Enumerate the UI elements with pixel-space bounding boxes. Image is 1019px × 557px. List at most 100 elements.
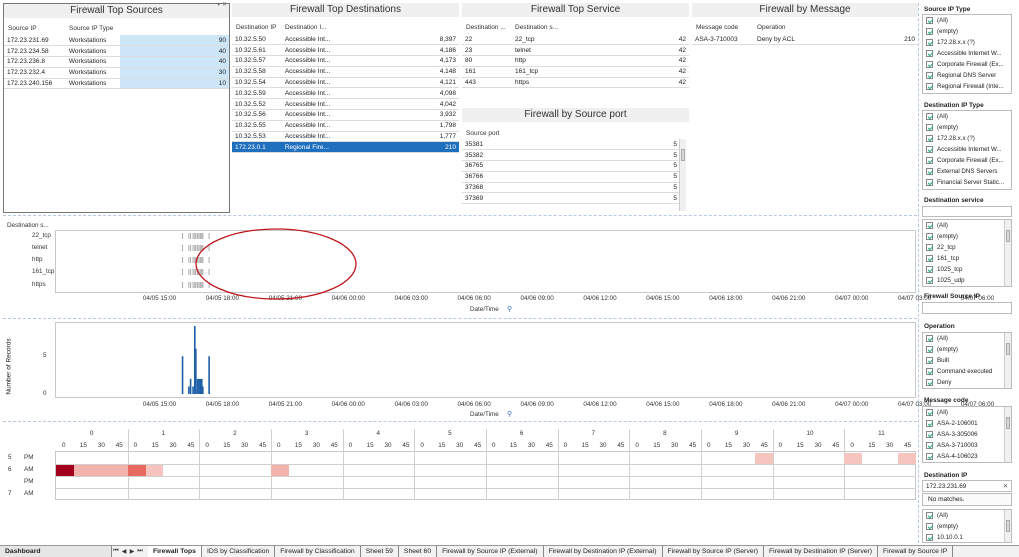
heatmap-cell[interactable] — [145, 465, 164, 476]
filter-option[interactable]: Accessible Internet W... — [923, 48, 1011, 59]
heatmap-cell[interactable] — [109, 465, 128, 476]
filter-option[interactable]: 22_tcp — [923, 242, 1011, 253]
filter-message-code[interactable]: (All) ASA-2-106001 ASA-3-305006 ASA-3-71000… — [922, 406, 1012, 463]
checkbox-icon[interactable] — [926, 379, 933, 386]
filter-destination-ip-type[interactable]: (All) (empty) 172.28.x.x (?) Accessible Int… — [922, 110, 1012, 190]
checkbox-icon[interactable] — [926, 157, 933, 164]
checkbox-icon[interactable] — [926, 420, 933, 427]
checkbox-icon[interactable] — [926, 28, 933, 35]
filter-option[interactable]: Built — [923, 355, 1011, 366]
filter-option[interactable]: Accessible Internet W... — [923, 144, 1011, 155]
filter-option[interactable]: Corporate Firewall (Ex... — [923, 59, 1011, 70]
checkbox-icon[interactable] — [926, 168, 933, 175]
firewall-source-ip-input[interactable] — [922, 302, 1012, 314]
filter-option[interactable]: (empty) — [923, 122, 1011, 133]
prev-sheet-icon[interactable]: ◀ — [120, 548, 128, 555]
filter-option[interactable]: 10.10.0.1 — [923, 532, 1011, 542]
filter-option[interactable]: ASA-2-106001 — [923, 418, 1011, 429]
filter-option[interactable]: (All) — [923, 15, 1011, 26]
filter-option[interactable]: (empty) — [923, 231, 1011, 242]
filter-option[interactable]: ASA-3-710003 — [923, 440, 1011, 451]
filter-option[interactable]: (All) — [923, 407, 1011, 418]
checkbox-icon[interactable] — [926, 72, 933, 79]
checkbox-icon[interactable] — [926, 453, 933, 460]
filter-option[interactable]: (All) — [923, 333, 1011, 344]
checkbox-icon[interactable] — [926, 50, 933, 57]
checkbox-icon[interactable] — [926, 113, 933, 120]
sheet-tab[interactable]: Firewall by Source IP (External) — [437, 546, 544, 557]
checkbox-icon[interactable] — [926, 368, 933, 375]
filter-option[interactable]: Financial Server Static... — [923, 177, 1011, 188]
heatmap-cell[interactable] — [56, 465, 74, 476]
clear-icon[interactable]: ✕ — [1003, 481, 1008, 492]
heatmap-cell[interactable] — [271, 465, 289, 476]
checkbox-icon[interactable] — [926, 222, 933, 229]
checkbox-icon[interactable] — [926, 179, 933, 186]
filter-option[interactable]: 172.28.x.x (?) — [923, 37, 1011, 48]
filter-option[interactable]: 1025_tcp — [923, 264, 1011, 275]
sheet-tab[interactable]: Firewall by Destination IP (External) — [544, 546, 663, 557]
checkbox-icon[interactable] — [926, 409, 933, 416]
sheet-tab[interactable]: Sheet 60 — [399, 546, 438, 557]
filter-option[interactable]: 161_tcp — [923, 253, 1011, 264]
filter-option[interactable]: Command executed — [923, 366, 1011, 377]
filter-scrollbar[interactable] — [1004, 407, 1011, 462]
sheet-tab[interactable]: Firewall by Destination IP (Server) — [764, 546, 879, 557]
heatmap-cell[interactable] — [898, 453, 916, 464]
checkbox-icon[interactable] — [926, 346, 933, 353]
filter-operation[interactable]: (All) (empty) Built Command executed Deny — [922, 332, 1012, 389]
checkbox-icon[interactable] — [926, 135, 933, 142]
sheet-tab[interactable]: Sheet 59 — [361, 546, 399, 557]
tab-dashboard[interactable]: Dashboard — [0, 546, 112, 557]
checkbox-icon[interactable] — [926, 442, 933, 449]
destination-service-search[interactable] — [922, 206, 1012, 217]
next-sheet-icon[interactable]: ▶ — [128, 548, 136, 555]
last-sheet-icon[interactable]: ⏭ — [136, 548, 144, 555]
filter-option[interactable]: Deny — [923, 377, 1011, 388]
checkbox-icon[interactable] — [926, 124, 933, 131]
heatmap-cell[interactable] — [127, 465, 146, 476]
records-link-icon[interactable]: ⚲ — [507, 410, 512, 418]
checkbox-icon[interactable] — [926, 39, 933, 46]
checkbox-icon[interactable] — [926, 233, 933, 240]
checkbox-icon[interactable] — [926, 431, 933, 438]
checkbox-icon[interactable] — [926, 244, 933, 251]
checkbox-icon[interactable] — [926, 266, 933, 273]
filter-option[interactable]: 172.28.x.x (?) — [923, 133, 1011, 144]
sheet-tab[interactable]: Firewall Tops — [148, 546, 202, 557]
checkbox-icon[interactable] — [926, 534, 933, 541]
filter-source-ip-type[interactable]: (All) (empty) 172.28.x.x (?) Accessible Int… — [922, 14, 1012, 94]
sheet-tab[interactable]: Firewall by Source IP — [878, 546, 954, 557]
filter-option[interactable]: (empty) — [923, 26, 1011, 37]
filter-option[interactable]: (empty) — [923, 521, 1011, 532]
filter-option[interactable]: External DNS Servers — [923, 166, 1011, 177]
filter-option[interactable]: Corporate Firewall (Ex... — [923, 155, 1011, 166]
sheet-tab[interactable]: IDS by Classification — [202, 546, 276, 557]
checkbox-icon[interactable] — [926, 277, 933, 284]
sheet-tab[interactable]: Firewall by Source IP (Server) — [663, 546, 765, 557]
filter-option[interactable]: Regional Firewall (Inte... — [923, 81, 1011, 92]
checkbox-icon[interactable] — [926, 255, 933, 262]
filter-option[interactable]: (All) — [923, 111, 1011, 122]
checkbox-icon[interactable] — [926, 357, 933, 364]
first-sheet-icon[interactable]: ⏮ — [112, 548, 120, 555]
filter-scrollbar[interactable] — [1004, 510, 1011, 542]
filter-scrollbar[interactable] — [1004, 333, 1011, 388]
filter-option[interactable]: Regional DNS Server — [923, 70, 1011, 81]
checkbox-icon[interactable] — [926, 17, 933, 24]
sheet-tab[interactable]: Firewall by Classification — [275, 546, 361, 557]
heatmap-cell[interactable] — [91, 465, 110, 476]
filter-option[interactable]: ASA-3-305006 — [923, 429, 1011, 440]
heatmap-cell[interactable] — [754, 453, 773, 464]
checkbox-icon[interactable] — [926, 61, 933, 68]
filter-option[interactable]: ASA-4-106023 — [923, 451, 1011, 462]
checkbox-icon[interactable] — [926, 335, 933, 342]
filter-option[interactable]: (All) — [923, 510, 1011, 521]
checkbox-icon[interactable] — [926, 146, 933, 153]
checkbox-icon[interactable] — [926, 523, 933, 530]
heatmap-cell[interactable] — [73, 465, 92, 476]
destination-ip-input[interactable]: 172.23.231.69 ✕ — [922, 480, 1012, 492]
filter-destination-ip[interactable]: (All) (empty) 10.10.0.1 — [922, 509, 1012, 543]
checkbox-icon[interactable] — [926, 512, 933, 519]
heatmap-cell[interactable] — [844, 453, 863, 464]
